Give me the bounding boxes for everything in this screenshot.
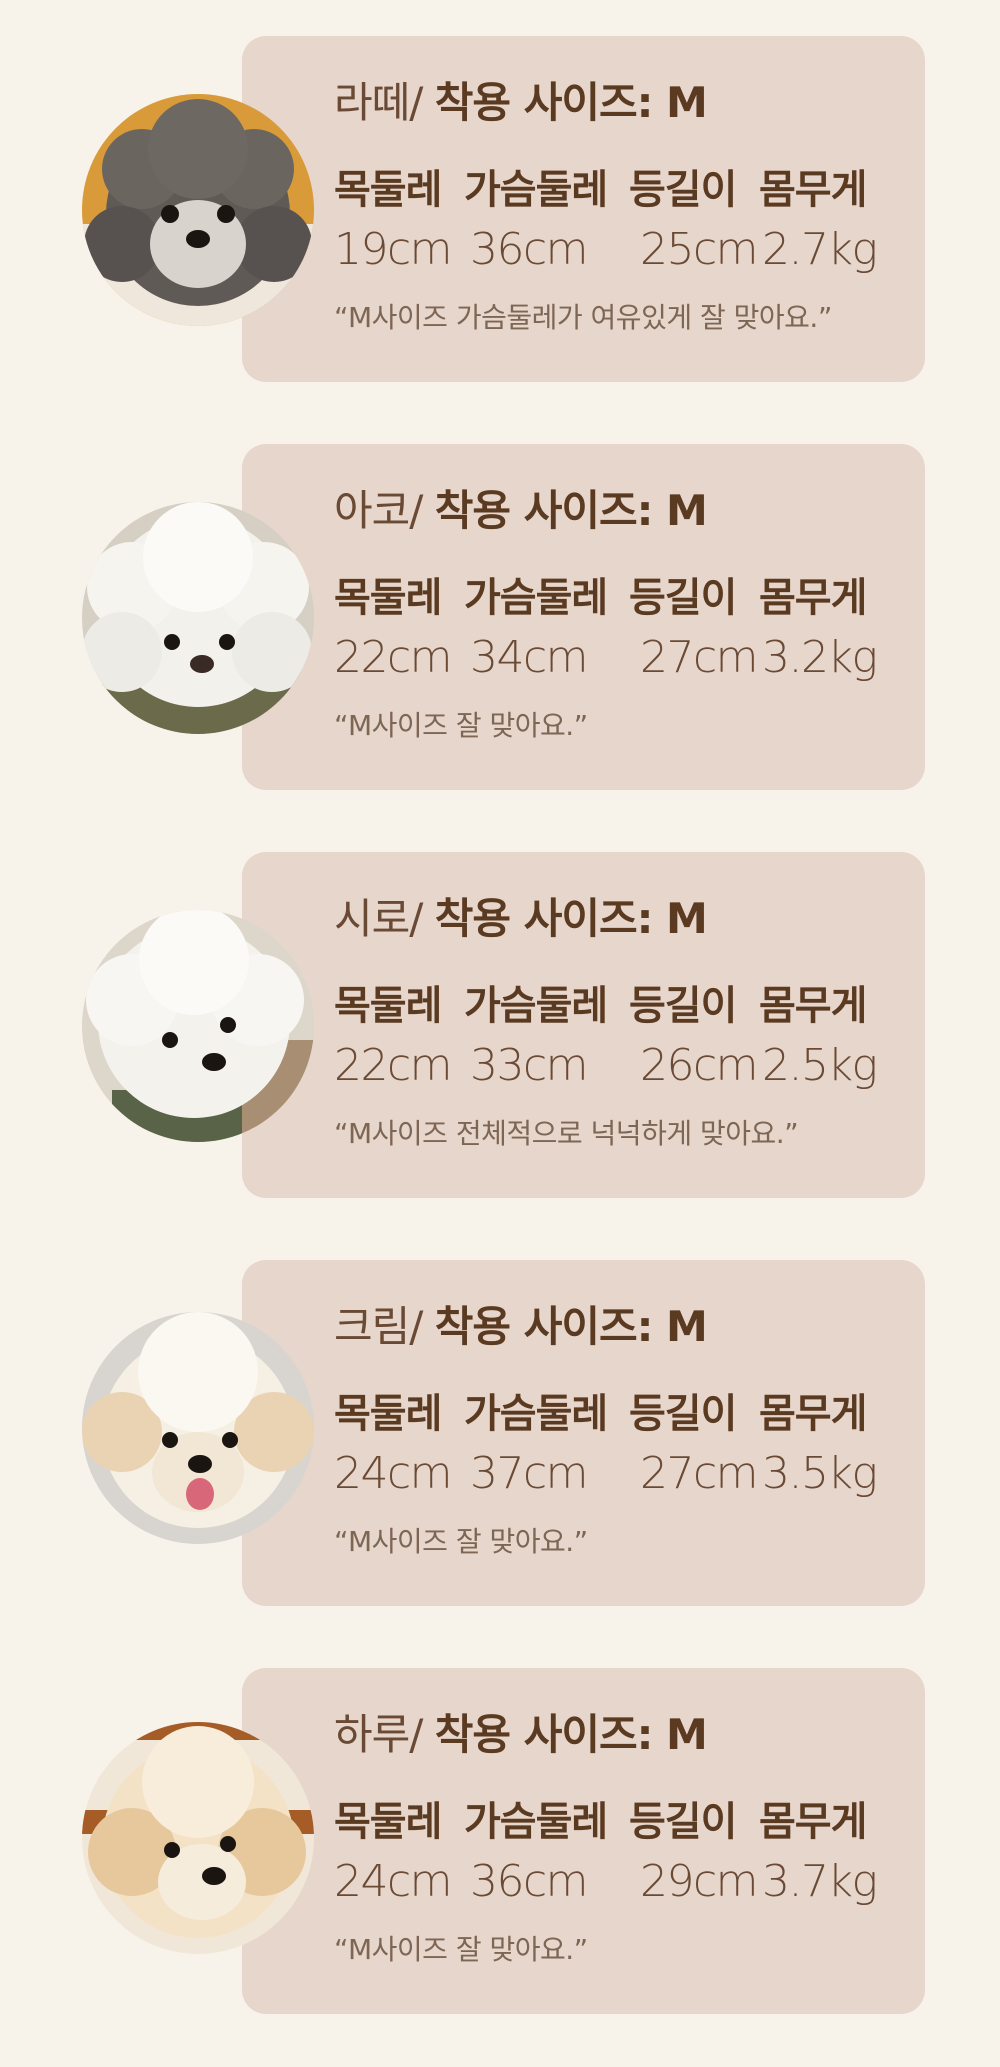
- header-back-length: 등길이: [629, 575, 737, 621]
- pet-name: 시로/: [334, 894, 423, 943]
- value-weight: 2.5kg: [762, 1039, 878, 1091]
- header-back-length: 등길이: [629, 1391, 737, 1437]
- review-comment: “M사이즈 잘 맞아요.”: [334, 1933, 588, 1966]
- review-card: 아코/ 착용 사이즈: M 목둘레 가슴둘레 등길이 몸무게 22cm 34cm…: [242, 444, 925, 790]
- value-chest: 37cm: [470, 1447, 589, 1499]
- header-chest: 가슴둘레: [464, 1391, 608, 1437]
- value-chest: 36cm: [470, 1855, 589, 1907]
- measure-headers: 목둘레 가슴둘레 등길이 몸무게: [334, 162, 925, 213]
- value-weight: 3.5kg: [762, 1447, 878, 1499]
- value-neck: 24cm: [334, 1855, 453, 1907]
- header-neck: 목둘레: [334, 167, 442, 213]
- measure-headers: 목둘레 가슴둘레 등길이 몸무게: [334, 1794, 925, 1845]
- pet-name: 아코/: [334, 486, 423, 535]
- header-neck: 목둘레: [334, 983, 442, 1029]
- pet-name: 라떼/: [334, 78, 423, 127]
- review-comment: “M사이즈 잘 맞아요.”: [334, 709, 588, 742]
- size-label: 착용 사이즈: M: [434, 486, 708, 535]
- value-back-length: 27cm: [640, 1447, 759, 1499]
- measure-headers: 목둘레 가슴둘레 등길이 몸무게: [334, 978, 925, 1029]
- value-chest: 34cm: [470, 631, 589, 683]
- measure-values: 24cm 37cm 27cm 3.5kg: [334, 1446, 925, 1500]
- dog-avatar-haru: [82, 1722, 314, 1954]
- review-card: 시로/ 착용 사이즈: M 목둘레 가슴둘레 등길이 몸무게 22cm 33cm…: [242, 852, 925, 1198]
- size-label: 착용 사이즈: M: [434, 894, 708, 943]
- review-comment: “M사이즈 전체적으로 넉넉하게 맞아요.”: [334, 1117, 799, 1150]
- review-card: 하루/ 착용 사이즈: M 목둘레 가슴둘레 등길이 몸무게 24cm 36cm…: [242, 1668, 925, 2014]
- pet-name: 하루/: [334, 1710, 423, 1759]
- value-weight: 3.7kg: [762, 1855, 878, 1907]
- value-neck: 24cm: [334, 1447, 453, 1499]
- review-title: 라떼/ 착용 사이즈: M: [334, 82, 925, 132]
- review-comment: “M사이즈 가슴둘레가 여유있게 잘 맞아요.”: [334, 301, 832, 334]
- review-title: 시로/ 착용 사이즈: M: [334, 898, 925, 948]
- review-title: 크림/ 착용 사이즈: M: [334, 1306, 925, 1356]
- value-neck: 19cm: [334, 223, 453, 275]
- header-chest: 가슴둘레: [464, 1799, 608, 1845]
- value-neck: 22cm: [334, 631, 453, 683]
- value-back-length: 26cm: [640, 1039, 759, 1091]
- size-label: 착용 사이즈: M: [434, 1302, 708, 1351]
- measure-values: 24cm 36cm 29cm 3.7kg: [334, 1854, 925, 1908]
- header-weight: 몸무게: [759, 575, 867, 621]
- header-chest: 가슴둘레: [464, 167, 608, 213]
- value-weight: 2.7kg: [762, 223, 878, 275]
- review-title: 하루/ 착용 사이즈: M: [334, 1714, 925, 1764]
- header-weight: 몸무게: [759, 1799, 867, 1845]
- header-chest: 가슴둘레: [464, 575, 608, 621]
- review-title: 아코/ 착용 사이즈: M: [334, 490, 925, 540]
- header-chest: 가슴둘레: [464, 983, 608, 1029]
- measure-headers: 목둘레 가슴둘레 등길이 몸무게: [334, 570, 925, 621]
- size-label: 착용 사이즈: M: [434, 78, 708, 127]
- value-back-length: 27cm: [640, 631, 759, 683]
- value-chest: 36cm: [470, 223, 589, 275]
- header-back-length: 등길이: [629, 167, 737, 213]
- measure-values: 22cm 33cm 26cm 2.5kg: [334, 1038, 925, 1092]
- value-neck: 22cm: [334, 1039, 453, 1091]
- header-weight: 몸무게: [759, 167, 867, 213]
- pet-name: 크림/: [334, 1302, 423, 1351]
- header-neck: 목둘레: [334, 1391, 442, 1437]
- measure-values: 19cm 36cm 25cm 2.7kg: [334, 222, 925, 276]
- review-card: 라떼/ 착용 사이즈: M 목둘레 가슴둘레 등길이 몸무게 19cm 36cm…: [242, 36, 925, 382]
- size-label: 착용 사이즈: M: [434, 1710, 708, 1759]
- dog-avatar-latte: [82, 94, 314, 326]
- header-back-length: 등길이: [629, 1799, 737, 1845]
- value-back-length: 25cm: [640, 223, 759, 275]
- dog-avatar-cream: [82, 1312, 314, 1544]
- review-comment: “M사이즈 잘 맞아요.”: [334, 1525, 588, 1558]
- header-neck: 목둘레: [334, 1799, 442, 1845]
- review-card: 크림/ 착용 사이즈: M 목둘레 가슴둘레 등길이 몸무게 24cm 37cm…: [242, 1260, 925, 1606]
- header-back-length: 등길이: [629, 983, 737, 1029]
- measure-values: 22cm 34cm 27cm 3.2kg: [334, 630, 925, 684]
- value-chest: 33cm: [470, 1039, 589, 1091]
- header-weight: 몸무게: [759, 1391, 867, 1437]
- value-back-length: 29cm: [640, 1855, 759, 1907]
- header-neck: 목둘레: [334, 575, 442, 621]
- header-weight: 몸무게: [759, 983, 867, 1029]
- value-weight: 3.2kg: [762, 631, 878, 683]
- measure-headers: 목둘레 가슴둘레 등길이 몸무게: [334, 1386, 925, 1437]
- dog-avatar-ako: [82, 502, 314, 734]
- dog-avatar-shiro: [82, 910, 314, 1142]
